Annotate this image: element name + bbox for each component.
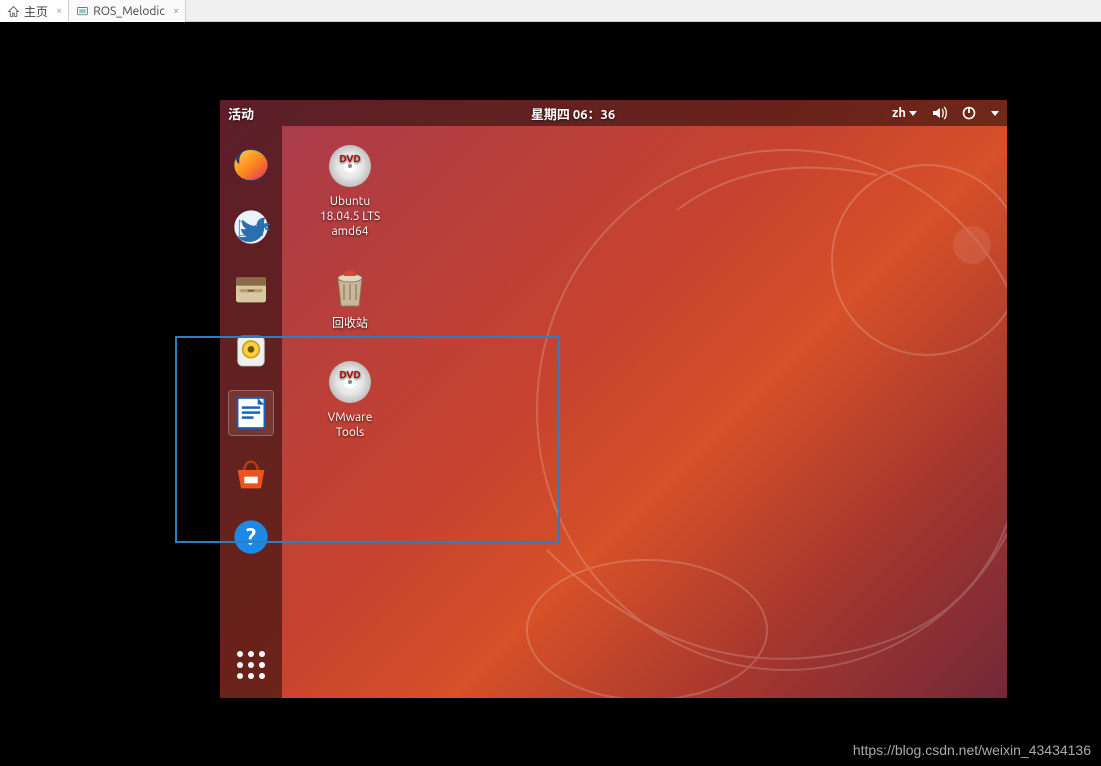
- status-area: zh: [892, 105, 999, 121]
- activities-button[interactable]: 活动: [228, 104, 254, 123]
- vm-icon: [75, 4, 89, 18]
- tab-label: ROS_Melodic: [93, 5, 165, 18]
- dvd-icon: DVD: [326, 358, 374, 406]
- dock-libreoffice-writer[interactable]: [228, 390, 274, 436]
- icon-label: Ubuntu18.04.5 LTSamd64: [304, 194, 396, 239]
- watermark: https://blog.csdn.net/weixin_43434136: [853, 742, 1091, 758]
- close-icon[interactable]: ×: [56, 5, 62, 17]
- svg-text:?: ?: [246, 524, 256, 550]
- power-icon[interactable]: [961, 105, 977, 121]
- desktop-area[interactable]: DVD Ubuntu18.04.5 LTSamd64 回收站 DVD VMwar…: [282, 126, 1007, 698]
- ubuntu-desktop: 活动 星期四 06：36 zh: [220, 100, 1007, 698]
- tab-home[interactable]: 主页 ×: [0, 0, 69, 22]
- tab-label: 主页: [24, 3, 48, 20]
- clock[interactable]: 星期四 06：36: [531, 104, 615, 123]
- dock-ubuntu-software[interactable]: [228, 452, 274, 498]
- home-icon: [6, 4, 20, 18]
- chevron-down-icon: [991, 111, 999, 116]
- svg-text:DVD: DVD: [339, 153, 360, 164]
- dock-rhythmbox[interactable]: [228, 328, 274, 374]
- dock-help[interactable]: ?: [228, 514, 274, 560]
- icon-label: 回收站: [304, 316, 396, 331]
- dock-firefox[interactable]: [228, 142, 274, 188]
- input-method[interactable]: zh: [892, 106, 917, 120]
- volume-icon[interactable]: [931, 105, 947, 121]
- trash-icon: [326, 264, 374, 312]
- desktop-icon-ubuntu-dvd[interactable]: DVD Ubuntu18.04.5 LTSamd64: [304, 142, 396, 239]
- ubuntu-dock: ?: [220, 126, 282, 698]
- desktop-icon-trash[interactable]: 回收站: [304, 264, 396, 331]
- show-applications-button[interactable]: [228, 642, 274, 688]
- desktop-icon-vmware-tools[interactable]: DVD VMwareTools: [304, 358, 396, 440]
- dock-thunderbird[interactable]: [228, 204, 274, 250]
- tab-vm[interactable]: ROS_Melodic ×: [69, 0, 186, 22]
- dock-files[interactable]: [228, 266, 274, 312]
- dvd-icon: DVD: [326, 142, 374, 190]
- chevron-down-icon: [909, 111, 917, 116]
- host-tab-strip: 主页 × ROS_Melodic ×: [0, 0, 1101, 22]
- svg-text:DVD: DVD: [339, 369, 360, 380]
- apps-grid-icon: [237, 651, 265, 679]
- lang-label: zh: [892, 106, 906, 120]
- close-icon[interactable]: ×: [173, 5, 179, 17]
- icon-label: VMwareTools: [304, 410, 396, 440]
- gnome-topbar: 活动 星期四 06：36 zh: [220, 100, 1007, 126]
